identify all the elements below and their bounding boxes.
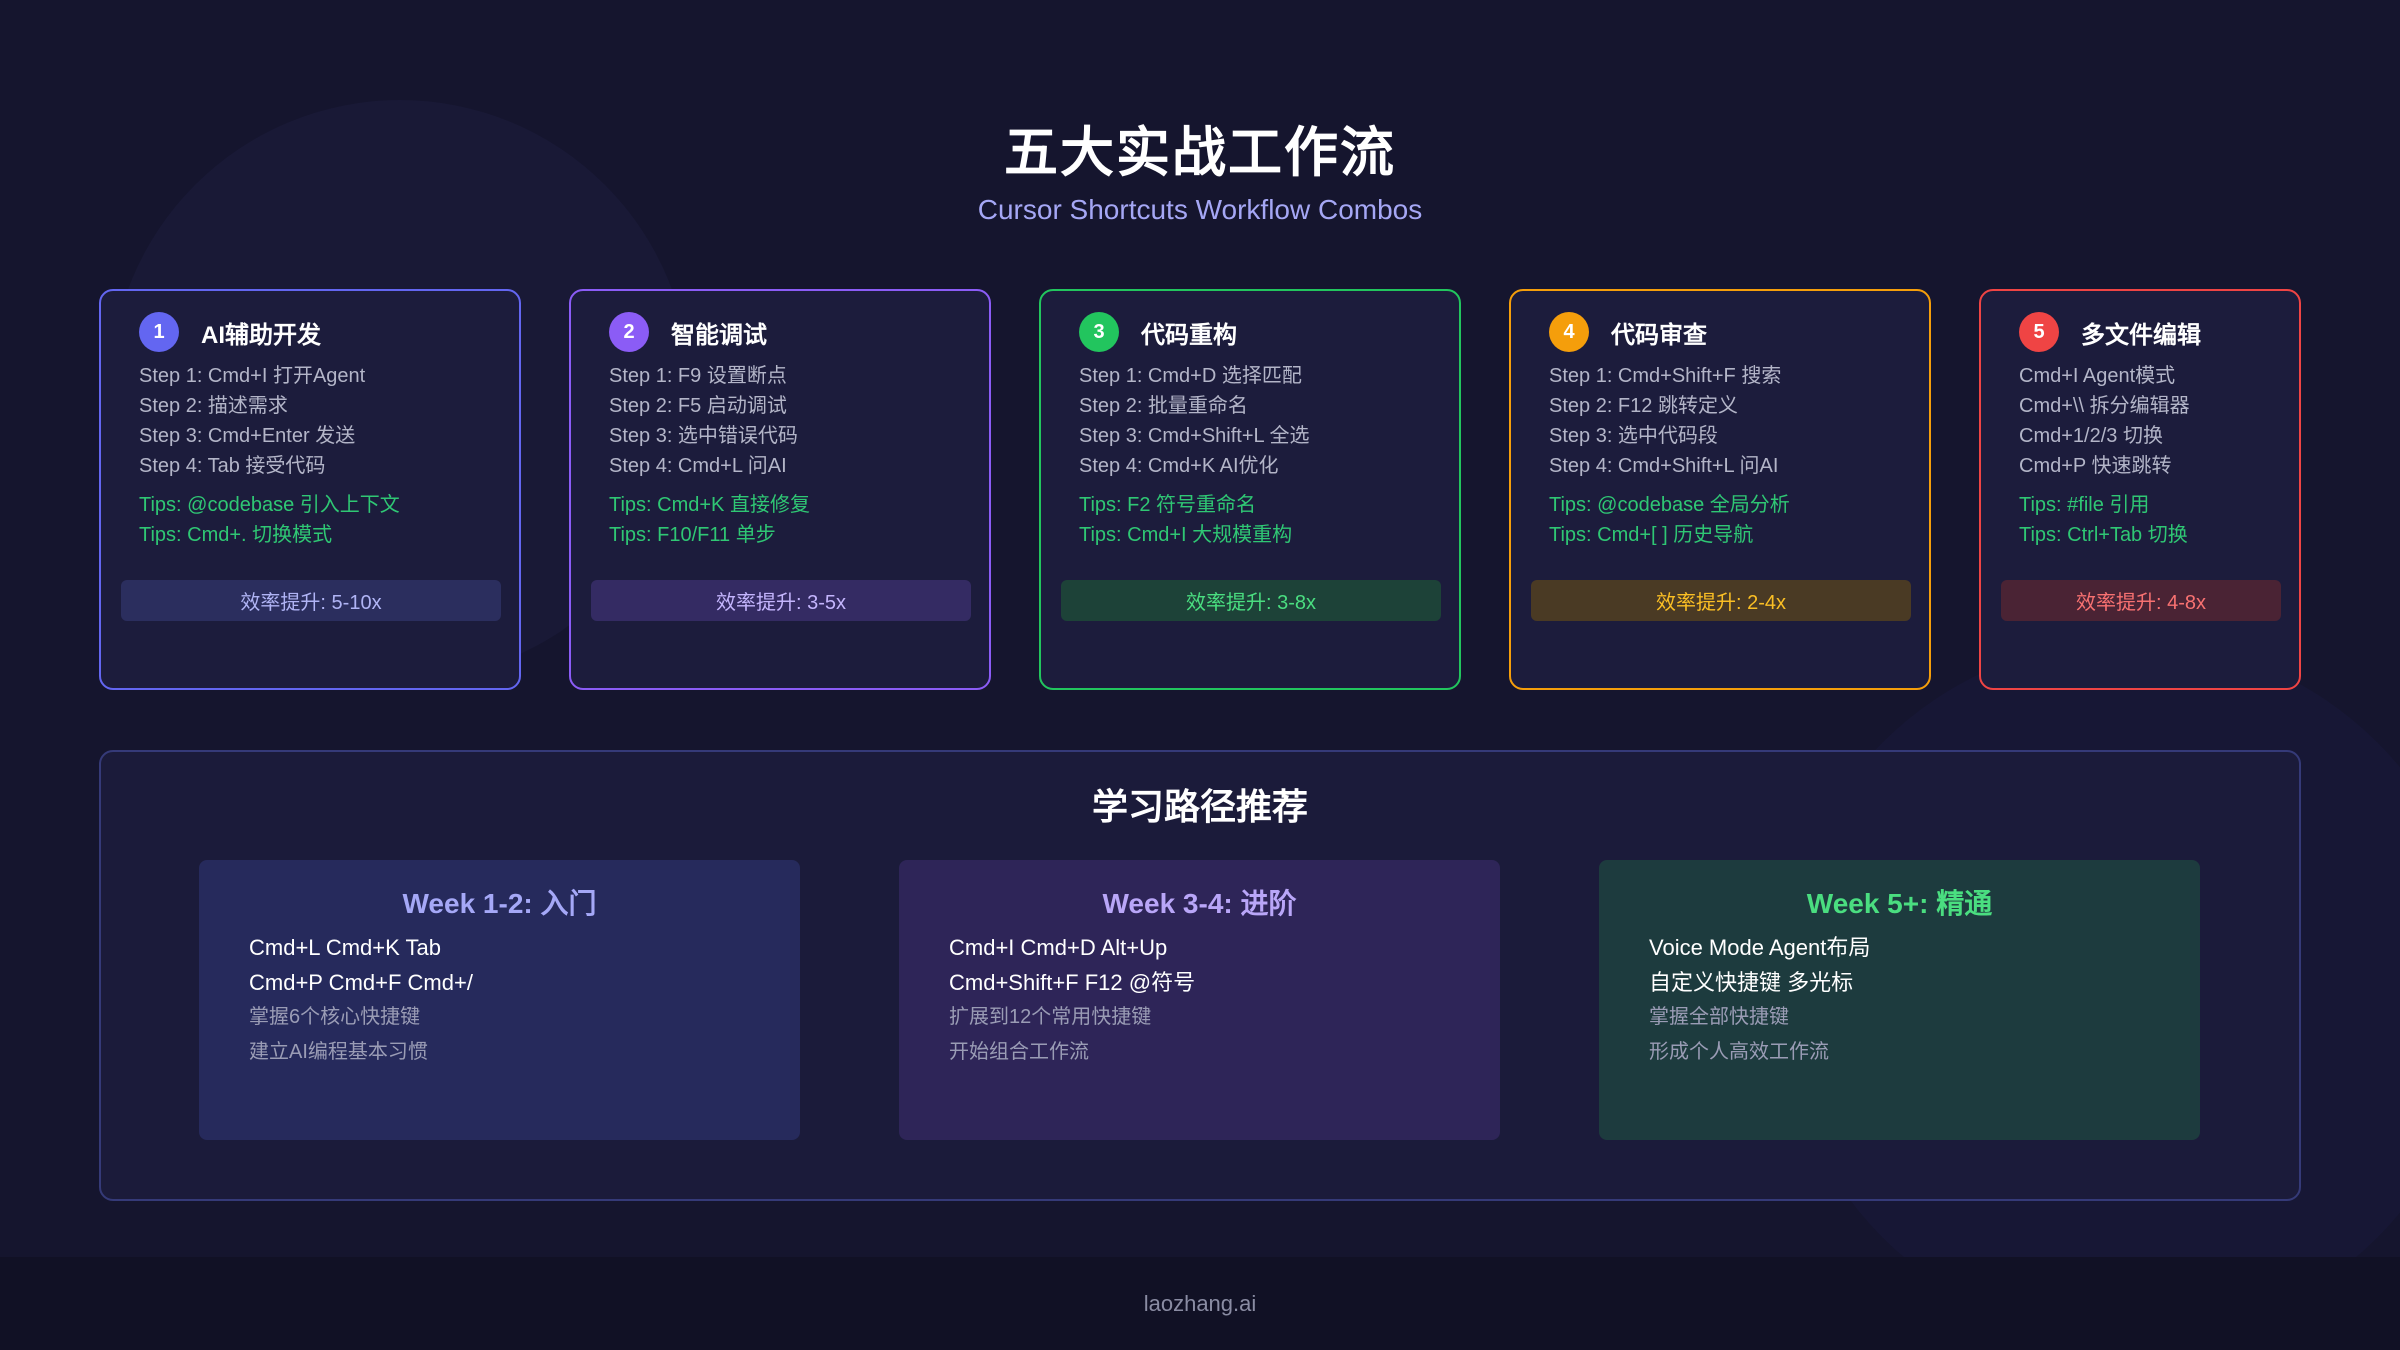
card-title: 代码重构 <box>1141 321 1237 349</box>
step-item: Cmd+I Agent模式 <box>2019 365 2176 387</box>
week-card-advanced: Week 5+: 精通 Voice Mode Agent布局 自定义快捷键 多光… <box>1599 860 2200 1140</box>
week-title: Week 3-4: 进阶 <box>1102 888 1297 919</box>
efficiency-badge: 效率提升: 3-5x <box>591 580 971 621</box>
tip-list: Tips: #file 引用 Tips: Ctrl+Tab 切换 <box>2019 490 2188 550</box>
step-item: Step 2: 描述需求 <box>139 395 288 417</box>
step-list: Step 1: Cmd+I 打开Agent Step 2: 描述需求 Step … <box>139 361 365 481</box>
workflow-card-ai-dev: 1 AI辅助开发 Step 1: Cmd+I 打开Agent Step 2: 描… <box>99 289 521 690</box>
tip-item: Tips: Cmd+. 切换模式 <box>139 524 333 546</box>
step-item: Step 1: Cmd+Shift+F 搜索 <box>1549 365 1782 387</box>
page-title: 五大实战工作流 <box>1004 123 1396 183</box>
step-number-badge: 5 <box>2019 312 2059 352</box>
workflow-card-review: 4 代码审查 Step 1: Cmd+Shift+F 搜索 Step 2: F1… <box>1509 289 1931 690</box>
week-shortcuts: Cmd+P Cmd+F Cmd+/ <box>249 970 473 995</box>
week-shortcuts: Cmd+I Cmd+D Alt+Up <box>949 935 1168 960</box>
footer-brand: laozhang.ai <box>1143 1290 1257 1316</box>
tip-item: Tips: F2 符号重命名 <box>1079 494 1257 516</box>
week-shortcuts: Voice Mode Agent布局 <box>1649 935 1871 960</box>
tip-list: Tips: F2 符号重命名 Tips: Cmd+I 大规模重构 <box>1079 490 1292 550</box>
efficiency-badge: 效率提升: 5-10x <box>121 580 501 621</box>
step-list: Step 1: Cmd+D 选择匹配 Step 2: 批量重命名 Step 3:… <box>1079 361 1309 481</box>
efficiency-badge: 效率提升: 2-4x <box>1531 580 1911 621</box>
step-number-badge: 2 <box>609 312 649 352</box>
week-goal: 掌握6个核心快捷键 <box>249 1006 421 1028</box>
step-number-badge: 4 <box>1549 312 1589 352</box>
step-item: Step 2: F12 跳转定义 <box>1549 395 1738 417</box>
step-list: Step 1: F9 设置断点 Step 2: F5 启动调试 Step 3: … <box>609 361 798 481</box>
tip-list: Tips: @codebase 引入上下文 Tips: Cmd+. 切换模式 <box>139 490 400 550</box>
tip-item: Tips: Cmd+I 大规模重构 <box>1079 524 1293 546</box>
step-number-badge: 3 <box>1079 312 1119 352</box>
step-item: Step 2: F5 启动调试 <box>609 395 787 417</box>
week-goal: 建立AI编程基本习惯 <box>249 1041 428 1063</box>
week-goal: 扩展到12个常用快捷键 <box>949 1006 1152 1028</box>
workflow-card-multi-file: 5 多文件编辑 Cmd+I Agent模式 Cmd+\\ 拆分编辑器 Cmd+1… <box>1979 289 2301 690</box>
tip-item: Tips: F10/F11 单步 <box>609 524 776 546</box>
efficiency-badge: 效率提升: 3-8x <box>1061 580 1441 621</box>
step-list: Step 1: Cmd+Shift+F 搜索 Step 2: F12 跳转定义 … <box>1549 361 1781 481</box>
tip-item: Tips: @codebase 全局分析 <box>1549 494 1790 516</box>
week-card-intermediate: Week 3-4: 进阶 Cmd+I Cmd+D Alt+Up Cmd+Shif… <box>899 860 1500 1140</box>
workflow-card-debug: 2 智能调试 Step 1: F9 设置断点 Step 2: F5 启动调试 S… <box>569 289 991 690</box>
efficiency-badge: 效率提升: 4-8x <box>2001 580 2281 621</box>
step-item: Cmd+P 快速跳转 <box>2019 455 2172 477</box>
tip-item: Tips: Cmd+K 直接修复 <box>609 494 810 516</box>
week-title: Week 1-2: 入门 <box>402 888 597 919</box>
card-header: 2 智能调试 <box>609 312 767 352</box>
card-header: 5 多文件编辑 <box>2019 312 2201 352</box>
week-content: Cmd+L Cmd+K Tab Cmd+P Cmd+F Cmd+/ 掌握6个核心… <box>249 930 473 1070</box>
step-item: Step 3: Cmd+Enter 发送 <box>139 425 356 447</box>
step-item: Step 3: 选中代码段 <box>1549 425 1718 447</box>
step-item: Step 1: Cmd+I 打开Agent <box>139 365 366 387</box>
step-item: Step 1: F9 设置断点 <box>609 365 787 387</box>
step-item: Step 3: Cmd+Shift+L 全选 <box>1079 425 1310 447</box>
week-goal: 形成个人高效工作流 <box>1649 1041 1829 1063</box>
card-header: 1 AI辅助开发 <box>139 312 321 352</box>
week-content: Cmd+I Cmd+D Alt+Up Cmd+Shift+F F12 @符号 扩… <box>949 930 1195 1070</box>
week-title: Week 5+: 精通 <box>1806 888 1993 919</box>
tip-item: Tips: #file 引用 <box>2019 494 2150 516</box>
tip-list: Tips: @codebase 全局分析 Tips: Cmd+[ ] 历史导航 <box>1549 490 1790 550</box>
card-header: 3 代码重构 <box>1079 312 1237 352</box>
step-item: Step 1: Cmd+D 选择匹配 <box>1079 365 1302 387</box>
footer-bar: laozhang.ai <box>0 1257 2400 1350</box>
learning-path-title: 学习路径推荐 <box>1091 786 1308 827</box>
step-item: Step 4: Cmd+L 问AI <box>609 455 787 477</box>
step-item: Step 4: Tab 接受代码 <box>139 455 326 477</box>
step-list: Cmd+I Agent模式 Cmd+\\ 拆分编辑器 Cmd+1/2/3 切换 … <box>2019 361 2190 481</box>
week-card-beginner: Week 1-2: 入门 Cmd+L Cmd+K Tab Cmd+P Cmd+F… <box>199 860 800 1140</box>
card-title: 代码审查 <box>1611 321 1707 349</box>
week-shortcuts: Cmd+Shift+F F12 @符号 <box>949 970 1196 995</box>
step-item: Cmd+1/2/3 切换 <box>2019 425 2163 447</box>
step-item: Cmd+\\ 拆分编辑器 <box>2019 395 2190 417</box>
week-goal: 掌握全部快捷键 <box>1649 1006 1789 1028</box>
tip-item: Tips: Ctrl+Tab 切换 <box>2019 524 2188 546</box>
step-item: Step 2: 批量重命名 <box>1079 395 1248 417</box>
step-item: Step 4: Cmd+K AI优化 <box>1079 455 1279 477</box>
card-title: 多文件编辑 <box>2081 321 2201 349</box>
step-number-badge: 1 <box>139 312 179 352</box>
tip-item: Tips: Cmd+[ ] 历史导航 <box>1549 524 1754 546</box>
card-title: 智能调试 <box>671 321 767 349</box>
week-shortcuts: 自定义快捷键 多光标 <box>1649 970 1854 995</box>
page-subtitle: Cursor Shortcuts Workflow Combos <box>977 194 1423 225</box>
week-shortcuts: Cmd+L Cmd+K Tab <box>249 935 441 960</box>
week-goal: 开始组合工作流 <box>949 1041 1089 1063</box>
step-item: Step 4: Cmd+Shift+L 问AI <box>1549 455 1779 477</box>
card-header: 4 代码审查 <box>1549 312 1707 352</box>
workflow-card-refactor: 3 代码重构 Step 1: Cmd+D 选择匹配 Step 2: 批量重命名 … <box>1039 289 1461 690</box>
tip-list: Tips: Cmd+K 直接修复 Tips: F10/F11 单步 <box>609 490 810 550</box>
tip-item: Tips: @codebase 引入上下文 <box>139 494 400 516</box>
step-item: Step 3: 选中错误代码 <box>609 425 798 447</box>
card-title: AI辅助开发 <box>201 321 321 349</box>
week-content: Voice Mode Agent布局 自定义快捷键 多光标 掌握全部快捷键 形成… <box>1649 930 1870 1070</box>
